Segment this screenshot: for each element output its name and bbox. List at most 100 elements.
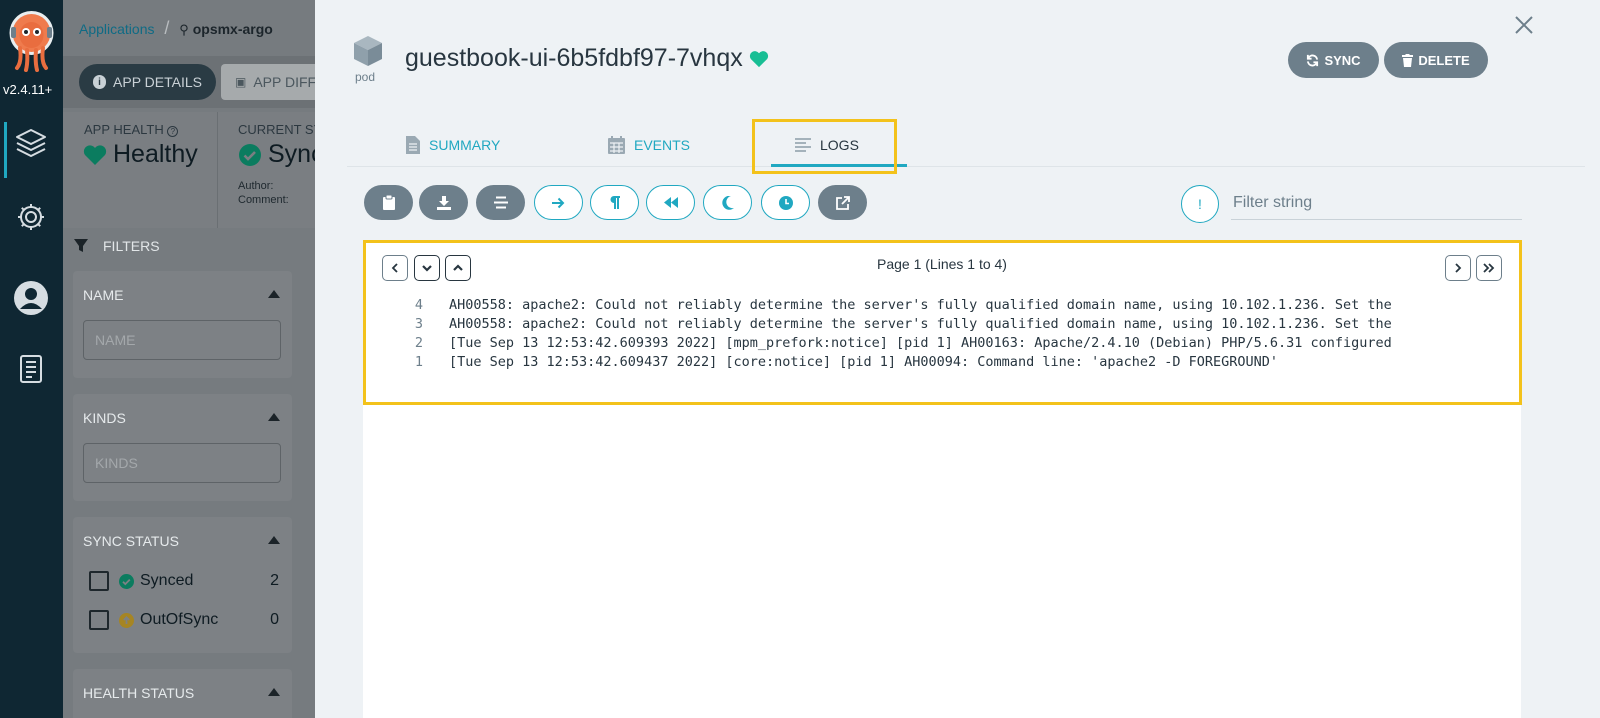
download-logs-button[interactable] bbox=[419, 185, 468, 220]
option-label: Synced bbox=[140, 572, 194, 589]
tabs-divider bbox=[347, 166, 1585, 167]
kinds-filter-box: KINDS KINDS bbox=[73, 394, 292, 501]
app-health-label: APP HEALTH ? bbox=[84, 122, 179, 137]
download-icon bbox=[436, 195, 451, 210]
exclamation-icon: ! bbox=[1198, 196, 1202, 212]
app-status-panel: APP HEALTH ? Healthy CURRENT SY Sync Aut… bbox=[63, 112, 324, 228]
gear-icon bbox=[18, 204, 44, 230]
health-status-filter-title: HEALTH STATUS bbox=[83, 685, 195, 701]
collapse-caret-icon[interactable] bbox=[268, 688, 280, 696]
nav-active-indicator bbox=[4, 122, 7, 178]
heart-icon bbox=[749, 50, 768, 67]
author-label: Author: bbox=[238, 180, 274, 192]
help-icon[interactable]: ? bbox=[167, 126, 179, 137]
breadcrumb-current-app[interactable]: opsmx-argo bbox=[193, 21, 273, 37]
clock-icon bbox=[778, 195, 793, 210]
external-link-icon bbox=[835, 195, 850, 210]
filter-icon bbox=[74, 239, 88, 252]
close-icon[interactable] bbox=[1513, 14, 1535, 36]
breadcrumb-applications-link[interactable]: Applications bbox=[79, 21, 155, 37]
app-details-button[interactable]: i APP DETAILS bbox=[79, 64, 216, 100]
layers-icon bbox=[16, 129, 46, 157]
resource-details-panel: pod guestbook-ui-6b5fdbf97-7vhqx SYNC DE… bbox=[315, 0, 1600, 718]
delete-button[interactable]: DELETE bbox=[1384, 42, 1488, 78]
moon-icon bbox=[721, 195, 734, 210]
version-label: v2.4.11+ bbox=[3, 82, 53, 97]
align-icon bbox=[493, 196, 508, 209]
breadcrumb-separator: / bbox=[164, 18, 170, 38]
current-sync-value: Sync bbox=[238, 140, 324, 169]
show-line-breaks-button[interactable] bbox=[590, 185, 639, 220]
left-nav: v2.4.11+ bbox=[0, 0, 63, 718]
tab-summary[interactable]: SUMMARY bbox=[406, 134, 500, 156]
app-details-label: APP DETAILS bbox=[113, 74, 202, 90]
app-health-value: Healthy bbox=[83, 140, 198, 169]
nav-user-info[interactable] bbox=[12, 279, 50, 317]
file-diff-icon: ▣ bbox=[235, 75, 247, 89]
argo-logo[interactable] bbox=[8, 10, 55, 72]
trash-icon bbox=[1402, 53, 1414, 67]
health-status-filter-box: HEALTH STATUS bbox=[73, 669, 292, 718]
follow-button[interactable] bbox=[476, 185, 525, 220]
name-filter-input[interactable]: NAME bbox=[83, 320, 281, 360]
nav-documentation[interactable] bbox=[12, 350, 50, 388]
clipboard-icon bbox=[382, 195, 395, 210]
status-divider bbox=[217, 112, 218, 228]
name-filter-box: NAME NAME bbox=[73, 271, 292, 378]
check-circle-icon bbox=[119, 573, 134, 589]
breadcrumb: Applications / ⚲ opsmx-argo bbox=[79, 18, 273, 39]
current-sync-label: CURRENT SY bbox=[238, 122, 323, 137]
search-icon: ⚲ bbox=[179, 22, 189, 37]
pilcrow-icon bbox=[610, 196, 620, 209]
calendar-icon bbox=[608, 136, 625, 154]
filters-header[interactable]: FILTERS bbox=[73, 238, 160, 254]
user-circle-icon bbox=[14, 281, 48, 315]
info-icon: i bbox=[93, 75, 107, 89]
name-filter-title: NAME bbox=[83, 287, 124, 303]
sync-status-filter-title: SYNC STATUS bbox=[83, 533, 179, 549]
kinds-filter-title: KINDS bbox=[83, 410, 126, 426]
option-label: OutOfSync bbox=[140, 611, 219, 628]
checkbox[interactable] bbox=[89, 610, 109, 630]
kinds-filter-input[interactable]: KINDS bbox=[83, 443, 281, 483]
pod-cube-icon bbox=[354, 36, 382, 66]
sync-status-option-synced[interactable]: Synced 2 bbox=[89, 571, 279, 591]
filter-match-toggle[interactable]: ! bbox=[1181, 185, 1219, 223]
tab-events[interactable]: EVENTS bbox=[608, 134, 690, 156]
checkbox[interactable] bbox=[89, 571, 109, 591]
open-in-new-window-button[interactable] bbox=[818, 185, 867, 220]
file-icon bbox=[406, 136, 420, 154]
tab-logs-highlight bbox=[752, 119, 897, 174]
app-diff-label: APP DIFF bbox=[253, 74, 317, 90]
arrow-up-circle-icon bbox=[119, 612, 134, 628]
application-details-page: Applications / ⚲ opsmx-argo i APP DETAIL… bbox=[63, 0, 331, 718]
show-previous-button[interactable] bbox=[646, 185, 695, 220]
check-circle-icon bbox=[239, 143, 261, 166]
resource-name: guestbook-ui-6b5fdbf97-7vhqx bbox=[405, 44, 743, 72]
sync-status-option-outofsync[interactable]: OutOfSync 0 bbox=[89, 610, 279, 630]
app-toolbar: i APP DETAILS ▣ APP DIFF bbox=[63, 56, 331, 108]
wrap-lines-button[interactable] bbox=[534, 185, 583, 220]
collapse-caret-icon[interactable] bbox=[268, 413, 280, 421]
log-content-highlight bbox=[363, 240, 1522, 405]
copy-logs-button[interactable] bbox=[364, 185, 413, 220]
rewind-icon bbox=[663, 197, 678, 208]
option-count: 0 bbox=[270, 611, 279, 628]
sync-icon bbox=[1307, 54, 1319, 66]
collapse-caret-icon[interactable] bbox=[268, 290, 280, 298]
show-timestamps-button[interactable] bbox=[761, 185, 810, 220]
heart-icon bbox=[83, 144, 107, 165]
resource-title: guestbook-ui-6b5fdbf97-7vhqx bbox=[405, 44, 769, 73]
collapse-caret-icon[interactable] bbox=[268, 536, 280, 544]
nav-settings[interactable] bbox=[12, 198, 50, 236]
sync-button[interactable]: SYNC bbox=[1288, 42, 1379, 78]
filter-string-input[interactable] bbox=[1231, 187, 1522, 220]
sync-status-filter-box: SYNC STATUS Synced 2 OutOfSync 0 bbox=[73, 517, 292, 653]
nav-applications[interactable] bbox=[12, 124, 50, 162]
option-count: 2 bbox=[270, 572, 279, 589]
resource-kind-label: pod bbox=[355, 70, 376, 84]
dark-mode-button[interactable] bbox=[703, 185, 752, 220]
arrow-right-icon bbox=[552, 197, 565, 208]
comment-label: Comment: bbox=[238, 194, 289, 206]
book-icon bbox=[20, 355, 42, 383]
